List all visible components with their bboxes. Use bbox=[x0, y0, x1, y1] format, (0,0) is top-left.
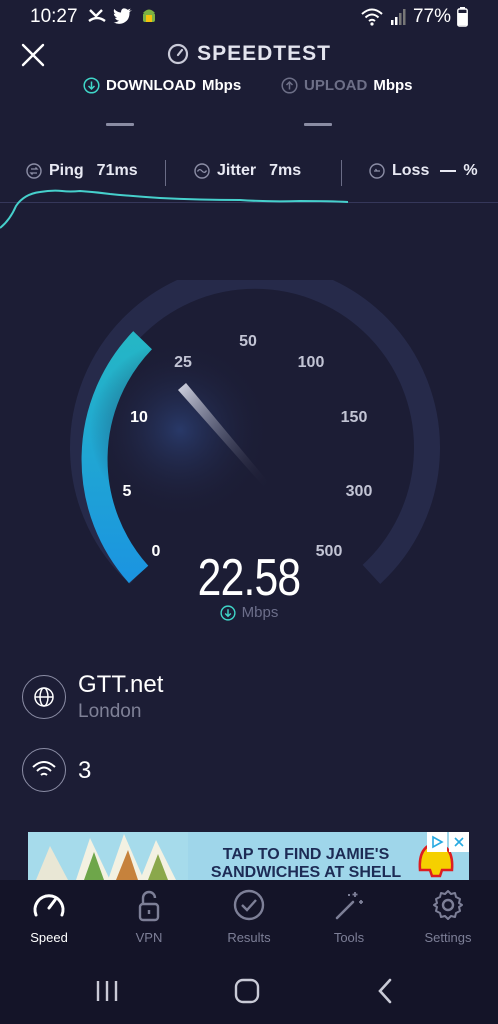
loss-icon bbox=[369, 163, 385, 179]
battery-icon bbox=[457, 7, 468, 27]
system-nav-bar bbox=[0, 960, 498, 1024]
android-icon bbox=[143, 9, 155, 22]
nav-tools-label: Tools bbox=[333, 930, 365, 945]
battery-percent: 77% bbox=[412, 6, 451, 27]
server-location: London bbox=[78, 701, 142, 722]
jitter-metric: Jitter 7ms bbox=[194, 162, 301, 180]
system-status: 77% bbox=[361, 6, 468, 28]
download-label: DOWNLOAD bbox=[106, 77, 196, 94]
nav-results[interactable]: Results bbox=[209, 888, 289, 945]
ping-metric: Ping 71ms bbox=[26, 162, 138, 180]
upload-header: UPLOAD Mbps bbox=[281, 77, 413, 94]
gear-icon bbox=[433, 890, 463, 920]
bottom-nav: Speed VPN Results Tools Settings bbox=[0, 880, 498, 960]
twitter-icon bbox=[113, 8, 132, 24]
download-unit: Mbps bbox=[202, 77, 242, 94]
ping-icon bbox=[26, 163, 42, 179]
status-bar: 10:27 77% bbox=[0, 0, 498, 34]
close-icon bbox=[454, 837, 464, 847]
ping-value: 71ms bbox=[96, 162, 138, 179]
ping-graph bbox=[0, 189, 349, 229]
gauge-tick-25: 25 bbox=[174, 354, 192, 371]
sandwich-image bbox=[28, 832, 188, 880]
speed-value: 22.58 bbox=[197, 549, 301, 607]
recent-apps-icon[interactable] bbox=[93, 977, 121, 1005]
speed-unit-row: Mbps bbox=[0, 604, 498, 621]
upload-unit: Mbps bbox=[373, 77, 413, 94]
lock-icon bbox=[138, 890, 160, 922]
download-header: DOWNLOAD Mbps bbox=[83, 77, 241, 94]
nav-tools[interactable]: Tools bbox=[309, 888, 389, 945]
jitter-icon bbox=[194, 163, 210, 179]
speedometer-icon bbox=[33, 894, 65, 917]
signal-icon bbox=[390, 9, 406, 25]
upload-value-placeholder bbox=[304, 123, 332, 126]
missed-call-icon bbox=[88, 9, 106, 22]
gauge-tick-300: 300 bbox=[346, 483, 373, 500]
home-icon[interactable] bbox=[232, 976, 262, 1006]
gauge-tick-100: 100 bbox=[298, 354, 325, 371]
ping-label: Ping bbox=[49, 162, 84, 179]
gauge-tick-5: 5 bbox=[123, 483, 132, 500]
server-name[interactable]: GTT.net bbox=[78, 671, 163, 699]
gauge-tick-150: 150 bbox=[341, 409, 368, 426]
magic-wand-icon bbox=[335, 892, 363, 920]
server-button[interactable] bbox=[22, 675, 66, 719]
wifi-icon bbox=[361, 8, 383, 26]
nav-vpn-label: VPN bbox=[135, 930, 163, 945]
network-name: 3 bbox=[78, 757, 92, 784]
upload-label: UPLOAD bbox=[304, 77, 368, 94]
download-arrow-icon bbox=[220, 604, 236, 621]
nav-settings-label: Settings bbox=[424, 930, 472, 945]
jitter-label: Jitter bbox=[217, 162, 257, 179]
nav-speed-label: Speed bbox=[30, 930, 68, 945]
notification-icons bbox=[88, 7, 158, 25]
nav-results-label: Results bbox=[227, 930, 271, 945]
ad-choices-icon bbox=[432, 835, 444, 849]
jitter-value: 7ms bbox=[269, 162, 302, 179]
nav-vpn[interactable]: VPN bbox=[109, 888, 189, 945]
ad-controls bbox=[427, 832, 469, 852]
nav-settings[interactable]: Settings bbox=[408, 888, 488, 945]
loss-value: % bbox=[463, 162, 478, 179]
wifi-icon bbox=[32, 761, 56, 776]
download-value-placeholder bbox=[106, 123, 134, 126]
speed-unit: Mbps bbox=[241, 604, 279, 621]
globe-icon bbox=[34, 687, 54, 707]
speedometer-logo-icon bbox=[167, 43, 189, 65]
back-icon[interactable] bbox=[374, 977, 398, 1005]
ad-headline: TAP TO FIND JAMIE'S SANDWICHES AT SHELL bbox=[210, 846, 402, 880]
download-arrow-icon bbox=[83, 77, 100, 94]
ad-info-button[interactable] bbox=[427, 832, 447, 852]
gauge-tick-50: 50 bbox=[239, 333, 257, 350]
status-time: 10:27 bbox=[30, 6, 78, 27]
ad-close-button[interactable] bbox=[449, 832, 469, 852]
network-button[interactable] bbox=[22, 748, 66, 792]
app-title: SPEEDTEST bbox=[0, 42, 498, 66]
gauge-tick-10: 10 bbox=[130, 409, 148, 426]
loss-label: Loss bbox=[392, 162, 430, 179]
upload-arrow-icon bbox=[281, 77, 298, 94]
nav-speed[interactable]: Speed bbox=[9, 888, 89, 945]
loss-metric: Loss % bbox=[369, 162, 478, 180]
loss-dash bbox=[440, 170, 457, 172]
advertisement-banner[interactable]: TAP TO FIND JAMIE'S SANDWICHES AT SHELL bbox=[28, 832, 469, 880]
page-title: SPEEDTEST bbox=[197, 42, 331, 65]
check-circle-icon bbox=[233, 889, 265, 921]
